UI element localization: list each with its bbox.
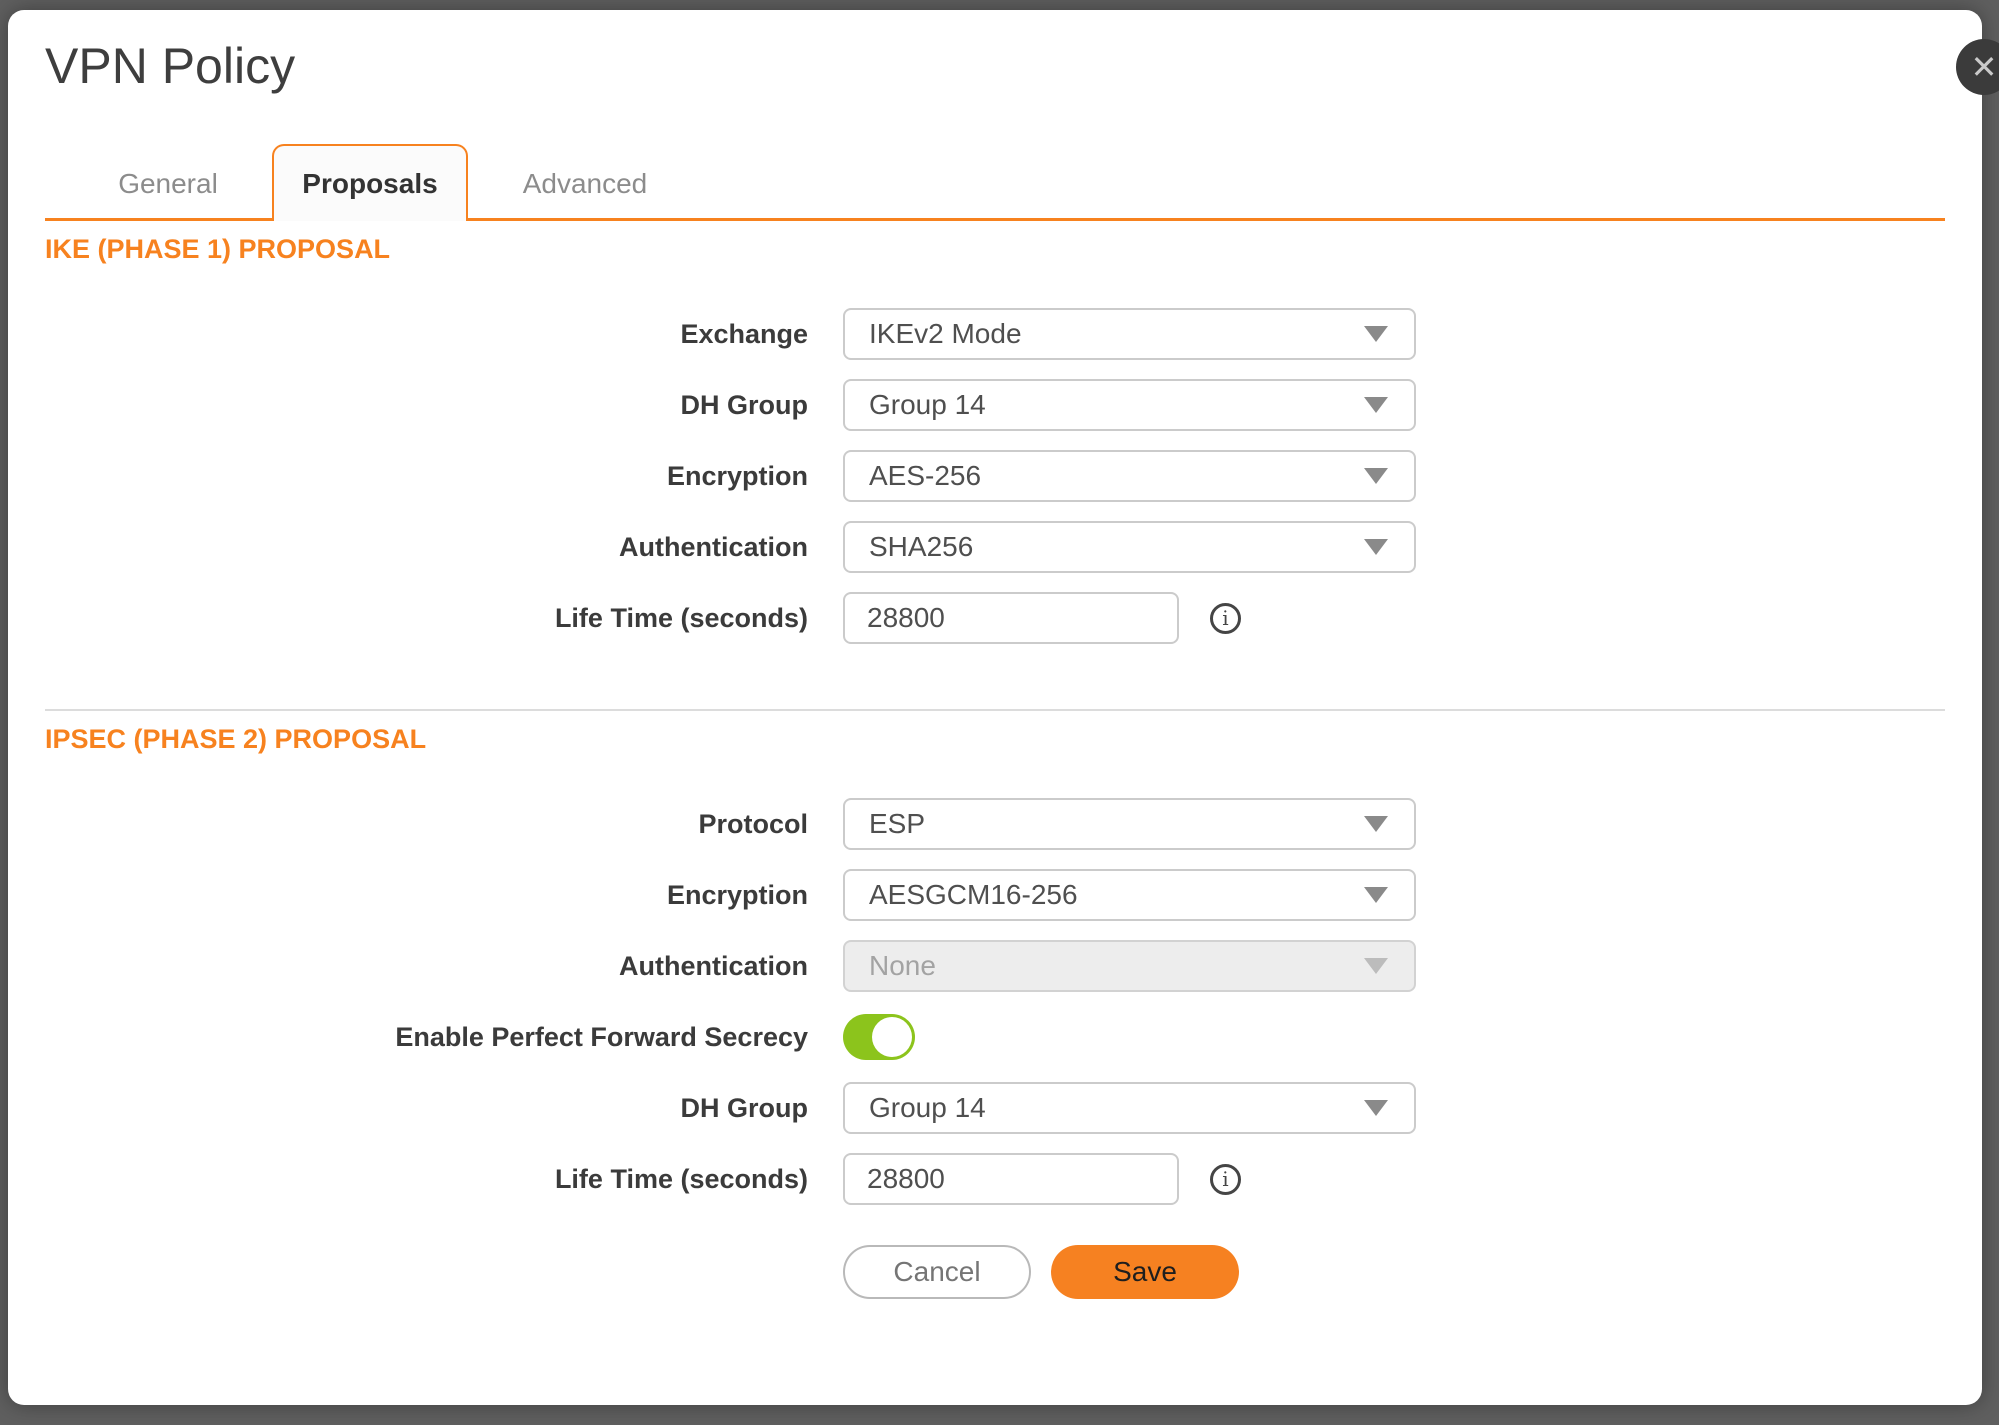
ipsec-encryption-row: Encryption AESGCM16-256 [45,869,1945,921]
chevron-down-icon [1364,539,1388,555]
chevron-down-icon [1364,468,1388,484]
section-divider [45,709,1945,711]
tab-general[interactable]: General [70,147,266,221]
info-icon[interactable]: i [1210,1164,1241,1195]
ike-authentication-label: Authentication [45,532,808,563]
chevron-down-icon [1364,1100,1388,1116]
chevron-down-icon [1364,816,1388,832]
ike-authentication-value: SHA256 [869,531,973,563]
exchange-value: IKEv2 Mode [869,318,1022,350]
protocol-select[interactable]: ESP [843,798,1416,850]
chevron-down-icon [1364,397,1388,413]
protocol-row: Protocol ESP [45,798,1945,850]
ipsec-life-time-row: Life Time (seconds) i [45,1153,1945,1205]
ike-encryption-label: Encryption [45,461,808,492]
ike-dh-group-value: Group 14 [869,389,986,421]
ike-dh-group-row: DH Group Group 14 [45,379,1945,431]
chevron-down-icon [1364,326,1388,342]
ipsec-life-time-label: Life Time (seconds) [45,1164,808,1195]
chevron-down-icon [1364,887,1388,903]
ike-phase1-heading: IKE (PHASE 1) PROPOSAL [45,233,1945,265]
ipsec-dh-group-value: Group 14 [869,1092,986,1124]
ipsec-encryption-label: Encryption [45,880,808,911]
pfs-toggle[interactable] [843,1014,915,1060]
pfs-label: Enable Perfect Forward Secrecy [45,1022,808,1053]
ipsec-authentication-select: None [843,940,1416,992]
ike-dh-group-label: DH Group [45,390,808,421]
info-icon[interactable]: i [1210,603,1241,634]
toggle-knob [872,1017,912,1057]
ike-authentication-row: Authentication SHA256 [45,521,1945,573]
ipsec-dh-group-select[interactable]: Group 14 [843,1082,1416,1134]
ipsec-encryption-value: AESGCM16-256 [869,879,1078,911]
ike-life-time-label: Life Time (seconds) [45,603,808,634]
ike-encryption-value: AES-256 [869,460,981,492]
ipsec-dh-group-label: DH Group [45,1093,808,1124]
ipsec-authentication-value: None [869,950,936,982]
tab-bar: General Proposals Advanced [45,144,1945,221]
ipsec-authentication-label: Authentication [45,951,808,982]
page-title: VPN Policy [45,35,1945,97]
exchange-row: Exchange IKEv2 Mode [45,308,1945,360]
ike-life-time-input[interactable] [843,592,1179,644]
vpn-policy-dialog: VPN Policy General Proposals Advanced IK… [8,10,1982,1405]
save-button[interactable]: Save [1051,1245,1239,1299]
ipsec-life-time-input[interactable] [843,1153,1179,1205]
cancel-button[interactable]: Cancel [843,1245,1031,1299]
tab-proposals[interactable]: Proposals [272,144,468,221]
ipsec-authentication-row: Authentication None [45,940,1945,992]
ike-dh-group-select[interactable]: Group 14 [843,379,1416,431]
ike-encryption-row: Encryption AES-256 [45,450,1945,502]
exchange-label: Exchange [45,319,808,350]
protocol-value: ESP [869,808,925,840]
close-icon: ✕ [1971,48,1998,86]
action-buttons: Cancel Save [843,1245,1945,1299]
exchange-select[interactable]: IKEv2 Mode [843,308,1416,360]
ipsec-phase2-heading: IPSEC (PHASE 2) PROPOSAL [45,723,1945,755]
ipsec-encryption-select[interactable]: AESGCM16-256 [843,869,1416,921]
pfs-row: Enable Perfect Forward Secrecy [45,1011,1945,1063]
protocol-label: Protocol [45,809,808,840]
tab-advanced[interactable]: Advanced [487,147,683,221]
chevron-down-icon [1364,958,1388,974]
ike-authentication-select[interactable]: SHA256 [843,521,1416,573]
ipsec-dh-group-row: DH Group Group 14 [45,1082,1945,1134]
ike-life-time-row: Life Time (seconds) i [45,592,1945,644]
ike-encryption-select[interactable]: AES-256 [843,450,1416,502]
